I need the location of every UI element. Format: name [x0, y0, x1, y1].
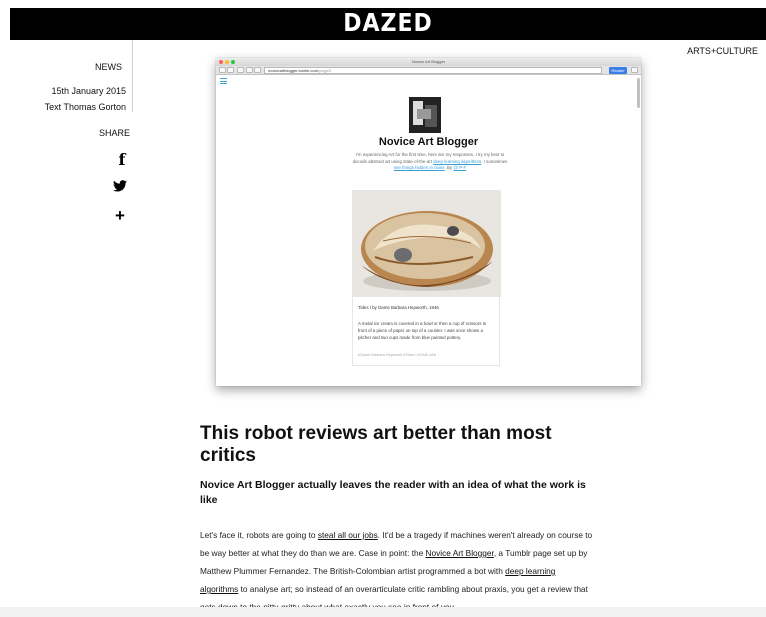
link-steal-jobs[interactable]: steal all our jobs	[318, 530, 378, 540]
site-logo[interactable]: DAZED	[10, 6, 766, 43]
back-icon	[219, 67, 226, 73]
post-tags: #Dame Barbara Hepworth #Tides I #1946 #A…	[358, 353, 437, 357]
share-label: SHARE	[98, 128, 130, 138]
forward-icon	[227, 67, 234, 73]
menu-icon	[220, 78, 227, 84]
link-novice-art-blogger[interactable]: Novice Art Blogger	[426, 548, 494, 558]
scrollbar	[637, 78, 640, 108]
site-header: DAZED	[10, 8, 766, 40]
url-bar: noviceartblogger.tumblr.com/page/3	[264, 67, 602, 74]
section-link[interactable]: NEWS	[95, 62, 122, 72]
tabs-icon	[254, 67, 261, 73]
share-sheet-icon	[246, 67, 253, 73]
blog-avatar	[409, 97, 441, 133]
author-credit: Text Thomas Gorton	[44, 102, 126, 112]
article-standfirst: Novice Art Blogger actually leaves the r…	[200, 479, 586, 506]
window-titlebar: Novice Art Blogger	[216, 58, 641, 66]
page-footer-strip	[0, 607, 766, 617]
article-body: Let's face it, robots are going to steal…	[200, 530, 593, 612]
window-title: Novice Art Blogger	[411, 59, 446, 64]
blog-post-card: Tides I by Dame Barbara Hepworth, 1946 A…	[352, 190, 501, 366]
category-link[interactable]: ARTS+CULTURE	[687, 46, 758, 56]
twitter-icon[interactable]	[110, 180, 130, 195]
article-headline: This robot reviews art better than most …	[200, 423, 552, 466]
publish-date: 15th January 2015	[51, 86, 126, 96]
sculpture-image	[353, 191, 501, 297]
image-caption: Tides I by Dame Barbara Hepworth, 1946	[358, 305, 439, 310]
blog-title: Novice Art Blogger	[378, 136, 479, 148]
blog-description: I'm experiencing Art for the first time,…	[352, 152, 508, 170]
facebook-icon[interactable]: f	[112, 150, 132, 169]
browser-toolbar: noviceartblogger.tumblr.com/page/3 Reade…	[216, 66, 641, 75]
plus-icon[interactable]: +	[110, 206, 130, 226]
article-hero-image: Novice Art Blogger noviceartblogger.tumb…	[216, 58, 641, 386]
sidebar-icon	[237, 67, 244, 73]
downloads-icon	[631, 67, 638, 73]
reader-button: Reader	[609, 67, 627, 74]
bot-review-text: A metal ice cream is covered in a bowl o…	[358, 321, 487, 340]
